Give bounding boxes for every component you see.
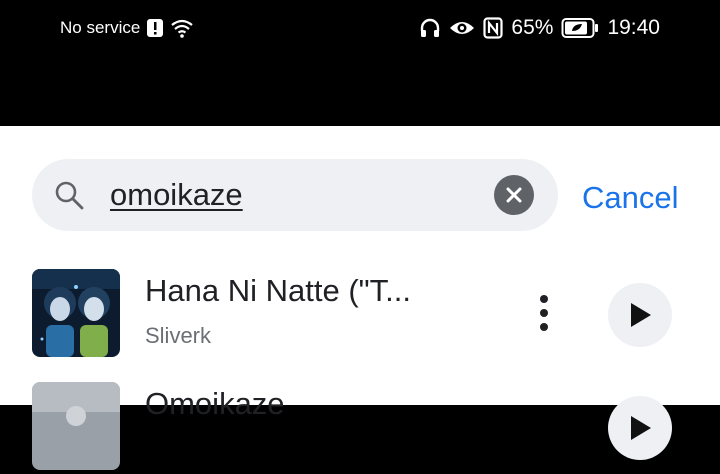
status-left: No service	[60, 18, 194, 38]
status-bar: No service 65% 19:40	[0, 0, 720, 58]
alert-icon	[146, 18, 164, 38]
search-input[interactable]: omoikaze	[110, 173, 480, 217]
eye-icon	[449, 18, 475, 38]
song-artist: Sliverk	[145, 323, 212, 348]
clear-search-button[interactable]	[494, 175, 534, 215]
play-button[interactable]	[608, 396, 672, 460]
battery-icon	[561, 17, 599, 39]
cancel-button[interactable]: Cancel	[582, 178, 679, 218]
list-item[interactable]: Omoikaze	[0, 364, 720, 474]
more-options-button[interactable]	[530, 293, 558, 333]
song-title: Omoikaze	[145, 386, 285, 421]
clock: 19:40	[607, 16, 660, 39]
carrier-text: No service	[60, 18, 141, 37]
search-bar[interactable]: omoikaze	[32, 159, 558, 231]
wifi-icon	[170, 18, 194, 38]
play-button[interactable]	[608, 283, 672, 347]
more-vert-icon	[540, 295, 548, 331]
status-right: 65% 19:40	[419, 16, 660, 40]
album-art	[32, 269, 120, 357]
nfc-icon	[483, 17, 504, 39]
list-item[interactable]: Hana Ni Natte ("T... Sliverk	[0, 251, 720, 361]
search-icon	[54, 180, 84, 215]
song-title: Hana Ni Natte ("T...	[145, 273, 411, 308]
search-sheet: omoikaze Cancel Hana Ni Natte ("T... Sli…	[0, 126, 720, 470]
battery-percent: 65%	[511, 16, 554, 39]
close-icon	[506, 187, 522, 203]
play-icon	[631, 416, 651, 440]
album-art	[32, 382, 120, 470]
headphones-icon	[419, 17, 441, 39]
play-icon	[631, 303, 651, 327]
